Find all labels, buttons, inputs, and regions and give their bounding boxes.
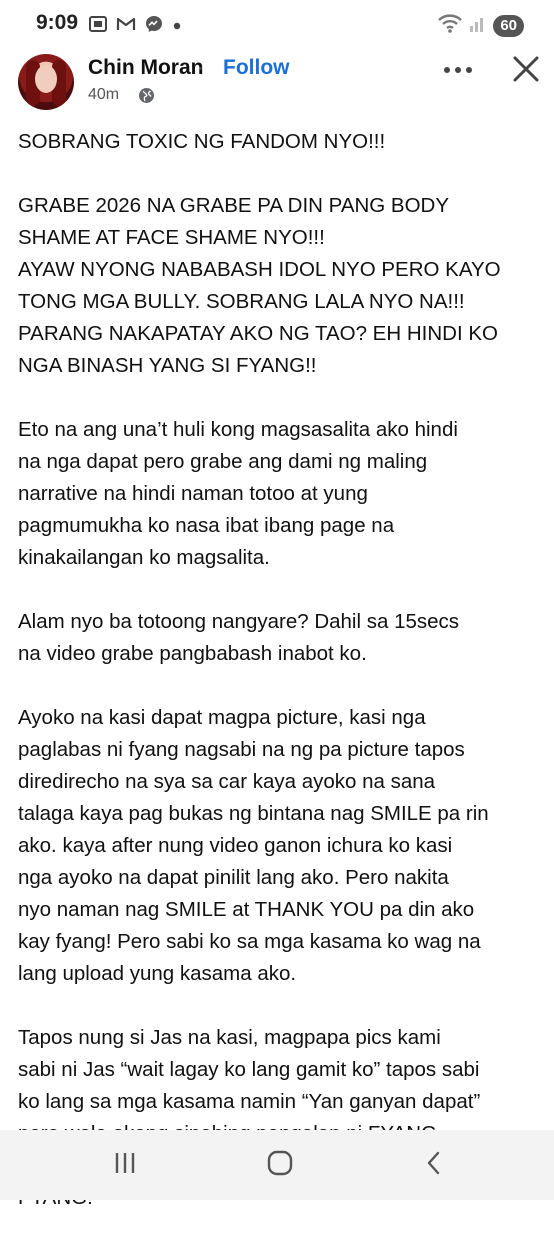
system-navigation-bar: [0, 1130, 554, 1200]
system-icons: 60: [437, 12, 524, 39]
status-time: 9:09: [36, 11, 79, 34]
name-separator: ·: [197, 56, 204, 79]
post-header: Chin Moran · Follow 40m: [0, 50, 554, 120]
recent-apps-icon[interactable]: [112, 1150, 138, 1181]
status-bar: 9:09 60: [0, 0, 554, 48]
follow-button[interactable]: Follow: [223, 56, 290, 80]
globe-icon: [138, 87, 155, 109]
avatar-face: [35, 65, 57, 93]
post-paragraph: SOBRANG TOXIC NG FANDOM NYO!!!: [18, 130, 386, 153]
avatar[interactable]: [18, 54, 74, 110]
post-paragraph: Eto na ang una’t huli kong magsasalita a…: [18, 418, 458, 569]
battery-indicator: 60: [493, 14, 524, 37]
screenshot-icon: [88, 15, 108, 38]
post-paragraph: Ayoko na kasi dapat magpa picture, kasi …: [18, 706, 489, 985]
close-icon[interactable]: [511, 54, 541, 89]
post-timestamp[interactable]: 40m: [88, 86, 119, 104]
dot-icon: [172, 18, 182, 36]
messenger-icon: [144, 14, 164, 39]
back-icon[interactable]: [424, 1150, 444, 1181]
post-body: SOBRANG TOXIC NG FANDOM NYO!!! GRABE 202…: [18, 126, 538, 1246]
post-paragraph: GRABE 2026 NA GRABE PA DIN PANG BODY SHA…: [18, 194, 501, 377]
wifi-icon: [437, 12, 463, 39]
home-icon[interactable]: [266, 1150, 294, 1181]
gmail-icon: [116, 16, 136, 37]
signal-icon: [469, 13, 487, 38]
post-paragraph: Alam nyo ba totoong nangyare? Dahil sa 1…: [18, 610, 460, 665]
author-name[interactable]: Chin Moran: [88, 56, 204, 80]
notification-icons: [88, 14, 182, 39]
more-options-icon[interactable]: [443, 62, 473, 80]
